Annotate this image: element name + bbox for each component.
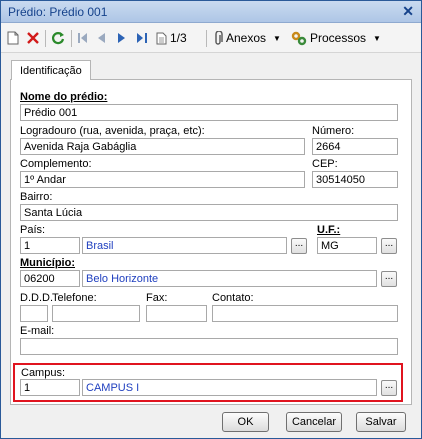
fax-field[interactable] xyxy=(146,305,207,322)
delete-icon[interactable] xyxy=(27,30,39,46)
previous-record-icon[interactable] xyxy=(98,30,105,46)
state-lookup-button[interactable]: ... xyxy=(381,238,397,254)
campus-lookup-button[interactable]: ... xyxy=(381,380,397,396)
attachments-label: Anexos xyxy=(226,31,267,45)
toolbar-separator xyxy=(71,30,72,47)
building-name-field[interactable]: Prédio 001 xyxy=(20,104,398,121)
number-field[interactable]: 2664 xyxy=(312,138,398,155)
record-position-label: 1/3 xyxy=(170,31,187,45)
ddd-label: D.D.D. xyxy=(20,292,53,304)
refresh-icon[interactable] xyxy=(51,30,65,46)
neighborhood-label: Bairro: xyxy=(20,191,53,203)
city-code-field[interactable]: 06200 xyxy=(20,270,80,287)
neighborhood-field[interactable]: Santa Lúcia xyxy=(20,204,398,221)
processes-menu[interactable]: Processos ▼ xyxy=(291,30,381,46)
processes-label: Processos xyxy=(310,31,367,45)
toolbar-separator xyxy=(206,30,207,47)
country-name-field[interactable]: Brasil xyxy=(82,237,287,254)
street-label: Logradouro (rua, avenida, praça, etc): xyxy=(20,125,205,137)
last-record-icon[interactable] xyxy=(137,30,147,46)
toolbar-separator xyxy=(45,30,46,47)
new-document-icon[interactable] xyxy=(7,30,19,46)
fax-label: Fax: xyxy=(146,292,168,304)
number-label: Número: xyxy=(312,125,355,137)
title-bar[interactable]: Prédio: Prédio 001 ✕ xyxy=(1,1,421,23)
save-button[interactable]: Salvar xyxy=(356,412,406,432)
attachments-menu[interactable]: Anexos ▼ xyxy=(214,30,281,46)
city-lookup-button[interactable]: ... xyxy=(381,271,397,287)
cep-label: CEP: xyxy=(312,158,338,170)
tab-identificacao[interactable]: Identificação xyxy=(11,60,91,80)
state-field[interactable]: MG xyxy=(317,237,377,254)
country-label: País: xyxy=(20,224,46,236)
complement-field[interactable]: 1º Andar xyxy=(20,171,305,188)
chevron-down-icon: ▼ xyxy=(273,33,281,43)
city-label: Município: xyxy=(20,257,75,269)
email-field[interactable] xyxy=(20,338,398,355)
window-title: Prédio: Prédio 001 xyxy=(8,5,108,19)
ok-button[interactable]: OK xyxy=(222,412,269,432)
chevron-down-icon: ▼ xyxy=(373,33,381,43)
campus-label: Campus: xyxy=(21,367,66,379)
phone-label: Telefone: xyxy=(52,292,97,304)
ddd-field[interactable] xyxy=(20,305,48,322)
contact-field[interactable] xyxy=(212,305,398,322)
country-code-field[interactable]: 1 xyxy=(20,237,80,254)
city-name-field[interactable]: Belo Horizonte xyxy=(82,270,377,287)
state-label: U.F.: xyxy=(317,224,341,236)
toolbar: 1/3 Anexos ▼ Processos ▼ xyxy=(1,23,421,53)
campus-name-field[interactable]: CAMPUS I xyxy=(82,379,377,396)
street-field[interactable]: Avenida Raja Gabáglia xyxy=(20,138,305,155)
record-position: 1/3 xyxy=(156,30,187,46)
building-dialog: Prédio: Prédio 001 ✕ 1/3 Anexos ▼ Proces… xyxy=(0,0,422,439)
contact-label: Contato: xyxy=(212,292,254,304)
cep-field[interactable]: 30514050 xyxy=(312,171,398,188)
campus-code-field[interactable]: 1 xyxy=(20,379,80,396)
first-record-icon[interactable] xyxy=(78,30,88,46)
phone-field[interactable] xyxy=(52,305,140,322)
next-record-icon[interactable] xyxy=(118,30,125,46)
country-lookup-button[interactable]: ... xyxy=(291,238,307,254)
close-icon[interactable]: ✕ xyxy=(402,3,414,20)
email-label: E-mail: xyxy=(20,325,55,337)
complement-label: Complemento: xyxy=(20,158,92,170)
building-name-label: Nome do prédio: xyxy=(20,91,108,103)
cancel-button[interactable]: Cancelar xyxy=(286,412,342,432)
